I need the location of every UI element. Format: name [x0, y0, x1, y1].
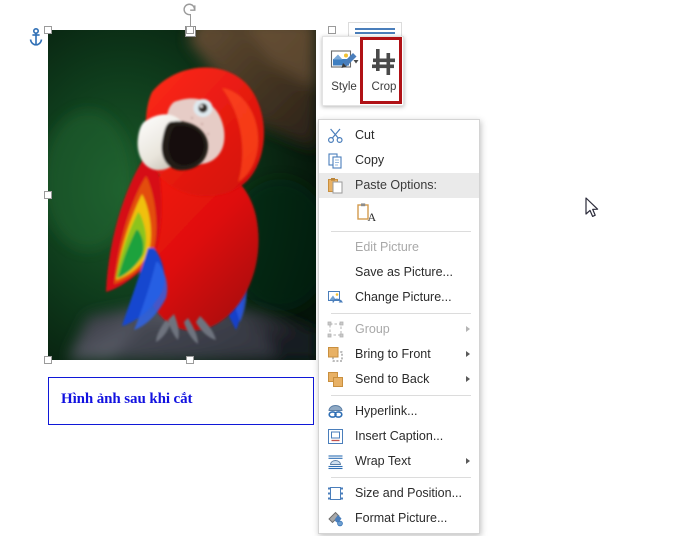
hyperlink-icon	[327, 403, 344, 420]
handle-middle-left[interactable]	[44, 191, 52, 199]
paste-keep-text-only-icon[interactable]: A	[355, 201, 379, 225]
menu-item-group: Group	[319, 317, 479, 342]
menu-item-wrap-text-label: Wrap Text	[355, 454, 411, 468]
menu-item-size-and-position[interactable]: Size and Position...	[319, 481, 479, 506]
send-to-back-icon	[327, 371, 344, 388]
menu-item-send-to-back-label: Send to Back	[355, 372, 430, 386]
menu-item-insert-caption-label: Insert Caption...	[355, 429, 444, 443]
scarlet-macaw-photo[interactable]	[48, 30, 316, 360]
handle-bottom-center[interactable]	[186, 356, 194, 364]
menu-item-cut-label: Cut	[355, 128, 375, 142]
handle-top-left[interactable]	[44, 26, 52, 34]
menu-item-copy[interactable]: Copy	[319, 148, 479, 173]
menu-item-insert-caption[interactable]: Insert Caption...	[319, 424, 479, 449]
crop-icon	[369, 47, 399, 77]
chevron-right-icon	[466, 376, 470, 382]
picture-context-menu[interactable]: Cut Copy Paste Options: A Edit Picture S…	[318, 119, 480, 534]
chevron-right-icon	[466, 458, 470, 464]
scissors-icon	[327, 127, 344, 144]
menu-separator-4	[331, 477, 471, 478]
handle-bottom-left[interactable]	[44, 356, 52, 364]
picture-style-icon	[329, 47, 359, 77]
menu-item-cut[interactable]: Cut	[319, 123, 479, 148]
menu-separator-3	[331, 395, 471, 396]
menu-item-group-label: Group	[355, 322, 390, 336]
caption-text: Hình ảnh sau khi cắt	[61, 391, 193, 407]
mini-toolbar[interactable]: Style Crop	[322, 36, 404, 106]
menu-item-save-as-picture-label: Save as Picture...	[355, 265, 453, 279]
format-picture-icon	[327, 510, 344, 527]
change-picture-icon	[327, 289, 344, 306]
menu-item-format-picture[interactable]: Format Picture...	[319, 506, 479, 531]
menu-item-change-picture-label: Change Picture...	[355, 290, 452, 304]
insert-caption-icon	[327, 428, 344, 445]
group-icon	[327, 321, 344, 338]
macaw-illustration	[48, 30, 316, 360]
crop-button[interactable]: Crop	[365, 41, 403, 103]
bring-to-front-icon	[327, 346, 344, 363]
menu-item-hyperlink-label: Hyperlink...	[355, 404, 418, 418]
style-button-label: Style	[331, 81, 357, 93]
stub-line-1	[355, 28, 395, 30]
paste-icon	[327, 177, 344, 194]
style-button[interactable]: Style	[325, 41, 363, 103]
menu-item-wrap-text[interactable]: Wrap Text	[319, 449, 479, 474]
menu-item-send-to-back[interactable]: Send to Back	[319, 367, 479, 392]
chevron-right-icon	[466, 351, 470, 357]
copy-icon	[327, 152, 344, 169]
crop-button-label: Crop	[371, 81, 397, 93]
menu-item-size-and-position-label: Size and Position...	[355, 486, 463, 500]
arrow-cursor	[585, 197, 600, 219]
menu-item-bring-to-front[interactable]: Bring to Front	[319, 342, 479, 367]
caption-textbox[interactable]: Hình ảnh sau khi cắt	[48, 377, 314, 425]
menu-item-change-picture[interactable]: Change Picture...	[319, 285, 479, 310]
anchor-icon	[28, 27, 44, 46]
menu-item-save-as-picture[interactable]: Save as Picture...	[319, 260, 479, 285]
menu-item-edit-picture: Edit Picture	[319, 235, 479, 260]
handle-top-center[interactable]	[186, 26, 194, 34]
menu-item-bring-to-front-label: Bring to Front	[355, 347, 431, 361]
handle-top-right[interactable]	[328, 26, 336, 34]
menu-item-paste-options: Paste Options:	[319, 173, 479, 198]
size-position-icon	[327, 485, 344, 502]
menu-item-hyperlink[interactable]: Hyperlink...	[319, 399, 479, 424]
paste-options-row[interactable]: A	[319, 198, 479, 228]
wrap-text-icon	[327, 453, 344, 470]
menu-item-format-picture-label: Format Picture...	[355, 511, 448, 525]
svg-text:A: A	[368, 210, 377, 224]
document-canvas: Hình ảnh sau khi cắt Style Crop Cut Copy…	[0, 0, 700, 534]
menu-item-paste-options-label: Paste Options:	[355, 178, 437, 192]
menu-item-edit-picture-label: Edit Picture	[355, 240, 419, 254]
chevron-right-icon	[466, 326, 470, 332]
menu-item-copy-label: Copy	[355, 153, 385, 167]
stub-line-2	[355, 32, 395, 34]
menu-separator-1	[331, 231, 471, 232]
menu-separator-2	[331, 313, 471, 314]
selected-picture-frame[interactable]	[48, 30, 316, 360]
